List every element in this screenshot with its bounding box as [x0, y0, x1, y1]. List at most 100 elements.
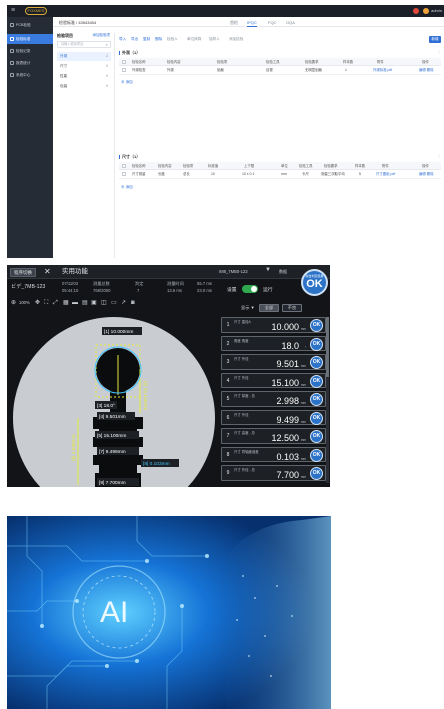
tree-item-label: 尺寸 [60, 64, 68, 68]
result-row[interactable]: 9 尺寸 外径 - 总 7.700 mm OK [221, 465, 326, 481]
tree-item[interactable]: 性能 0 [57, 72, 111, 81]
result-row[interactable]: 7 尺寸 高度 - 总 12.500 mm OK [221, 428, 326, 444]
expand-icon[interactable]: ⤢ [53, 299, 58, 307]
result-ok-badge: OK [310, 319, 323, 332]
time-text: 05:44:10 [62, 288, 79, 293]
user-name[interactable]: admin [431, 8, 442, 14]
result-name: 尺寸 外径 [234, 375, 249, 380]
section-title-text: 尺寸（1） [122, 154, 141, 159]
result-unit: ° [304, 345, 306, 350]
row-checkbox[interactable] [122, 68, 126, 72]
result-row[interactable]: 1 尺寸 直径A 10.000 mm OK [221, 317, 326, 333]
tab-oqa[interactable]: OQA [286, 20, 295, 25]
pan-icon[interactable]: ✥ [35, 299, 40, 307]
result-ok-badge: OK [310, 467, 323, 480]
zoom-level: 100% [19, 300, 30, 305]
result-index: 9 [226, 470, 230, 476]
results-scrollbar[interactable] [326, 317, 329, 483]
table-row[interactable]: 尺寸测量 长度 总长 10 10 ± 0.1 mm 卡尺 测量三次取平均 5 尺… [119, 170, 441, 179]
tab-fqc[interactable]: FQC [268, 20, 276, 25]
result-name: 角度 角度 [234, 338, 249, 343]
row-checkbox[interactable] [122, 172, 126, 176]
sidebar-item-system[interactable]: 系统中心 [7, 70, 53, 80]
info-strip: ビデ_7MB-123 07/11/03 05:44:10 测量总数 768/20… [7, 280, 307, 296]
sidebar-item-standard[interactable]: 检验标准 [7, 34, 53, 44]
result-unit: mm [300, 382, 306, 387]
result-value: 12.500 [271, 433, 299, 443]
avatar[interactable] [423, 8, 429, 14]
display-icon[interactable]: ◫ [101, 299, 107, 307]
result-row[interactable]: 3 尺寸 外径 9.501 mm OK [221, 354, 326, 370]
attachment-link[interactable]: 外观标准.pdf [373, 66, 392, 75]
trend-icon[interactable]: ↗ [121, 299, 126, 307]
add-item-link[interactable]: 添加检验项 [93, 33, 111, 38]
inspector-button[interactable]: 检验人 [167, 37, 178, 42]
attachment-link[interactable]: 尺寸图纸.pdf [376, 170, 395, 179]
breadcrumb: 检验标准 / 43543454 [59, 20, 97, 25]
signal-icon: ▼ [265, 267, 271, 273]
row-actions[interactable]: 编辑 删除 [419, 170, 434, 179]
tab-first[interactable]: 首检 [230, 20, 238, 26]
result-name: 尺寸 同轴度误差 [234, 449, 259, 454]
tab-ipqc[interactable]: IPQC [247, 20, 257, 27]
layout-icon[interactable]: ▤ [82, 299, 88, 307]
tree-search-input[interactable]: 请输入检验项目 ⌕ [57, 41, 111, 48]
result-row[interactable]: 5 尺寸 厚度 - 总 2.998 mm OK [221, 391, 326, 407]
result-row[interactable]: 8 尺寸 同轴度误差 0.103 mm OK [221, 446, 326, 462]
fit-icon[interactable]: ⛶ [44, 299, 48, 307]
chart-icon [10, 61, 14, 65]
sidebar-item-reports[interactable]: 报表统计 [7, 58, 53, 68]
add-row-link[interactable]: ⊕ 添加 [121, 80, 133, 85]
line-icon[interactable]: ▬ [72, 299, 78, 307]
result-name: 尺寸 外径 [234, 357, 249, 361]
menu-icon[interactable]: ≡ [11, 7, 15, 15]
more-icon[interactable]: ⋮ [437, 49, 441, 54]
result-row[interactable]: 6 尺寸 外径 9.499 mm OK [221, 409, 326, 425]
sampler-button[interactable]: 抽样人 [209, 37, 220, 42]
table-cell: 划痕 [217, 68, 224, 72]
select-all-checkbox[interactable] [122, 60, 126, 64]
result-unit: mm [300, 419, 306, 424]
camera-icon[interactable]: ◙ [131, 299, 135, 307]
measurement-view[interactable]: [1] 10.000mm [2] 15.100mm [3] 18.0° [4] … [13, 315, 216, 487]
scroll-thumb[interactable] [326, 317, 329, 377]
notification-icon[interactable] [413, 8, 419, 14]
run-toggle[interactable] [242, 285, 258, 293]
overall-status: OK [306, 278, 323, 290]
tools-icon[interactable]: ✕ [44, 267, 51, 276]
sidebar-item-records[interactable]: 检验记录 [7, 46, 53, 56]
add-row-link[interactable]: ⊕ 添加 [121, 185, 133, 190]
more-icon[interactable]: ⋮ [437, 153, 441, 158]
row-actions[interactable]: 编辑 删除 [419, 66, 434, 75]
table-row[interactable]: 外观检查 外观 划痕 目视 无明显划痕 1 外观标准.pdf 编辑 删除 [119, 66, 441, 75]
export-button[interactable]: 导出 [131, 37, 138, 42]
add-inspection-button[interactable]: 添加检验 [229, 37, 243, 42]
tree-item-count: 0 [106, 84, 108, 88]
filter-all-button[interactable]: 全部 [259, 304, 279, 312]
result-row[interactable]: 4 尺寸 外径 15.100 mm OK [221, 372, 326, 388]
result-row[interactable]: 2 角度 角度 18.0 ° OK [221, 335, 326, 351]
column-header: 检验内容 [167, 60, 181, 64]
tree-item[interactable]: 外观 2 [57, 52, 111, 61]
select-all-checkbox[interactable] [122, 164, 126, 168]
filter-ng-button[interactable]: 不良 [282, 304, 302, 312]
edge-icon[interactable]: ▭ [111, 299, 117, 307]
grid-icon[interactable]: ▦ [63, 299, 69, 307]
result-unit: mm [300, 327, 306, 331]
layer-icon[interactable]: ▣ [91, 299, 97, 307]
tree-item[interactable]: 尺寸 0 [57, 62, 111, 71]
zoom-icon[interactable]: ⊕ [11, 299, 16, 307]
tree-item-label: 外观 [60, 54, 68, 58]
sidebar-item-pcb[interactable]: PCB检验 [7, 20, 53, 30]
result-index: 2 [226, 340, 230, 347]
import-button[interactable]: 导入 [119, 37, 126, 42]
display-filter-label[interactable]: 显示 ▼ [241, 305, 255, 311]
unit-convert-button[interactable]: 单位换算 [187, 37, 201, 42]
delete-button[interactable]: 删除 [155, 37, 162, 42]
copy-button[interactable]: 复制 [143, 37, 150, 42]
section-title: 尺寸（1） [119, 154, 140, 160]
program-switch-button[interactable]: 程序切换 [10, 268, 36, 277]
add-button[interactable]: 新增 [429, 36, 441, 43]
column-header: 检验要求 [305, 60, 319, 64]
tree-item[interactable]: 包装 0 [57, 82, 111, 91]
